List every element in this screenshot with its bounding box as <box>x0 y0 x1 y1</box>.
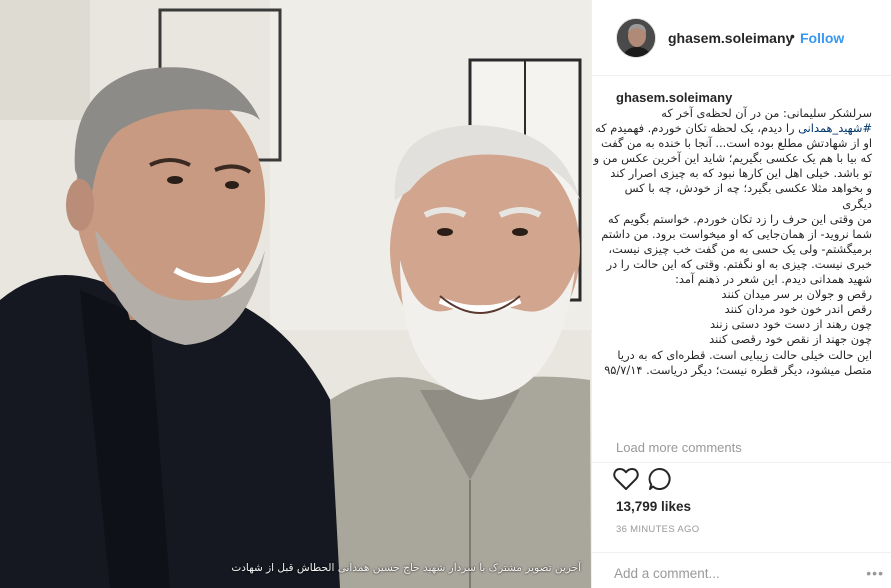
caption-line: و بخواهد مثلا عکسی بگیرد؛ چه از خودش، چه… <box>624 181 872 196</box>
header-username[interactable]: ghasem.soleimany <box>668 30 793 46</box>
heart-icon <box>613 468 639 490</box>
caption-line-with-hashtag: #شهید_همدانی را دیدم، یک لحظه تکان خوردم… <box>595 121 872 136</box>
photo-illustration <box>0 0 591 588</box>
caption-line: چون جهند از نقص خود رقصی کنند <box>709 332 872 347</box>
hashtag-link[interactable]: #شهید_همدانی <box>798 121 872 135</box>
caption-line-text: را دیدم، یک لحظه تکان خوردم. فهمیدم که <box>595 121 795 136</box>
post-timestamp[interactable]: 36 MINUTES AGO <box>616 524 699 535</box>
post-side-panel: ghasem.soleimany • Follow ghasem.soleima… <box>591 0 891 588</box>
comment-bar: ••• <box>592 552 891 588</box>
caption-line: او از شهادتش مطلع بوده است... آنجا با خن… <box>601 136 872 151</box>
post-header: ghasem.soleimany • Follow <box>592 0 891 76</box>
caption-line: شهید همدانی دیدم. این شعر در ذهنم آمد: <box>675 272 872 287</box>
caption-line: دیگری <box>842 196 872 211</box>
caption-line: من وقتی این حرف را زد تکان خوردم. خواستم… <box>608 211 872 226</box>
separator-dot: • <box>790 28 795 44</box>
caption-line: که بیا با هم یک عکسی بگیریم؛ شاید این آخ… <box>593 151 872 166</box>
likes-count[interactable]: 13,799 likes <box>616 499 691 514</box>
caption-line: رقص و جولان بر سر میدان کنند <box>721 287 872 302</box>
post-photo[interactable]: آخرین تصویر مشترک با سردار شهید حاج حسین… <box>0 0 591 588</box>
caption-username[interactable]: ghasem.soleimany <box>616 90 732 105</box>
caption-line: چون رهند از دست خود دستی زنند <box>709 317 872 332</box>
like-button[interactable] <box>612 465 640 493</box>
comment-button[interactable] <box>646 465 674 493</box>
more-options-icon[interactable]: ••• <box>866 565 884 581</box>
caption-line: شما نروید- از همان‌جایی که او میخواست بر… <box>601 226 872 241</box>
caption-line: برمیگشتم- ولی یک حسی به من گفت خب چیزی ن… <box>608 241 872 256</box>
caption-line: خبری نیست. چیزی به او نگفتم. وقتی که این… <box>606 256 872 271</box>
caption-line: متصل میشود، دیگر قطره نیست؛ دیگر دریاست.… <box>604 362 872 377</box>
avatar[interactable] <box>616 18 656 58</box>
caption-line: این حالت خیلی حالت زیبایی است. قطره‌ای ک… <box>617 347 872 362</box>
comment-input[interactable] <box>614 563 864 583</box>
photo-caption: آخرین تصویر مشترک با سردار شهید حاج حسین… <box>231 562 581 574</box>
caption-line: سرلشکر سلیمانی: من در آن لحظه‌ی آخر که <box>661 106 872 120</box>
follow-button[interactable]: Follow <box>800 30 844 46</box>
comment-bubble-icon <box>648 468 671 490</box>
caption-line: تو باشد. خیلی اهل این کارها نبود که به چ… <box>610 166 872 181</box>
action-bar <box>592 462 891 490</box>
post-caption: سرلشکر سلیمانی: من در آن لحظه‌ی آخر که #… <box>593 106 872 378</box>
load-more-comments-link[interactable]: Load more comments <box>616 440 742 455</box>
avatar-image <box>617 19 655 57</box>
caption-line: رقص اندر خون خود مردان کنند <box>724 302 872 317</box>
